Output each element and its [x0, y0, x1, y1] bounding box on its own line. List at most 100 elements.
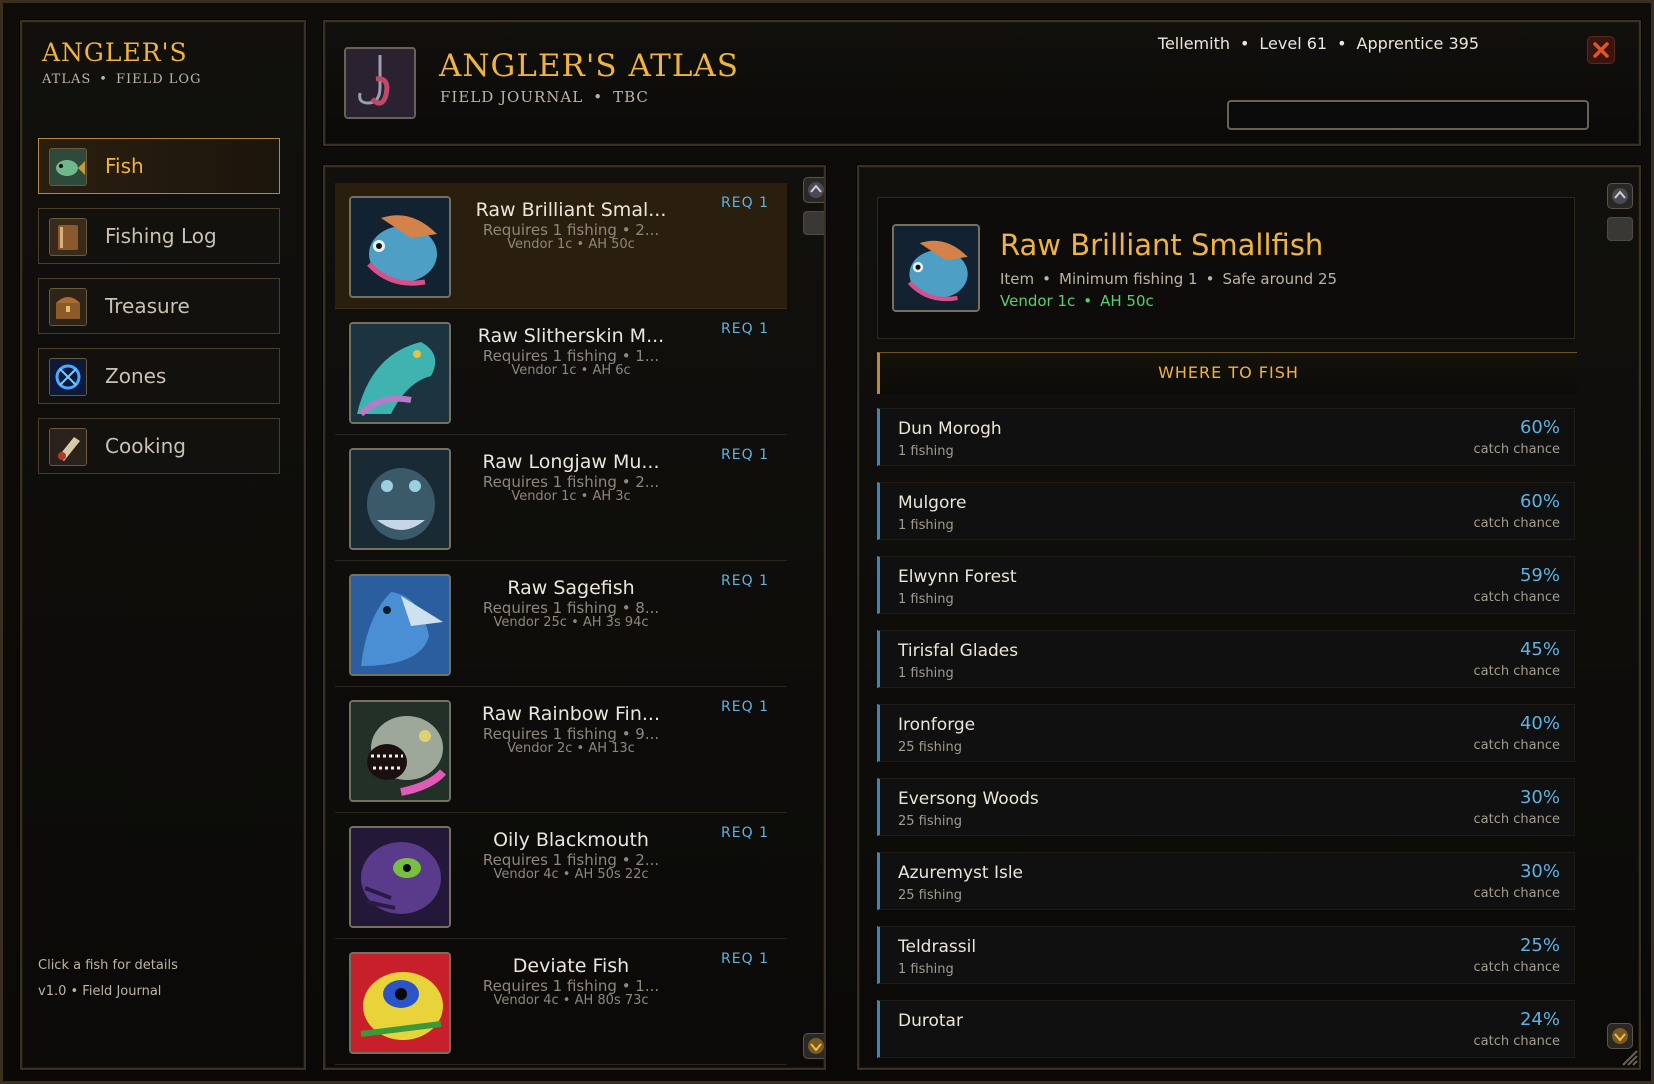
fish-row[interactable]: Oily Blackmouth Requires 1 fishing • 2..… [335, 813, 787, 939]
resize-grip-icon[interactable] [1619, 1047, 1639, 1067]
zone-catch-label: catch chance [1473, 590, 1560, 605]
zone-row[interactable]: Mulgore 1 fishing 60% catch chance [877, 482, 1575, 540]
player-info: Tellemith • Level 61 • Apprentice 395 [1157, 34, 1479, 53]
list-scrollbar-thumb[interactable] [803, 211, 824, 235]
zone-catch-percent: 25% [1519, 935, 1560, 956]
zone-catch-percent: 30% [1519, 787, 1560, 808]
detail-scroll-up-button[interactable] [1607, 183, 1633, 209]
app-window: ANGLER'S ATLAS • FIELD LOG Fish Fishing Lo… [0, 0, 1654, 1084]
zone-catch-label: catch chance [1473, 1034, 1560, 1049]
fish-row[interactable]: Raw Rainbow Fin... Requires 1 fishing • … [335, 687, 787, 813]
sidebar-item-treasure[interactable]: Treasure [38, 278, 280, 334]
sidebar-item-label: Treasure [105, 294, 190, 318]
player-level: Level 61 [1259, 34, 1328, 53]
zone-skill: 25 fishing [898, 814, 962, 829]
zone-row[interactable]: Elwynn Forest 1 fishing 59% catch chance [877, 556, 1575, 614]
deviate-fish-icon [349, 952, 451, 1054]
fish-list-panel: Raw Brilliant Smal... Requires 1 fishing… [323, 165, 826, 1070]
sidebar-item-cooking[interactable]: Cooking [38, 418, 280, 474]
rainbow-fin-albacore-icon [349, 700, 451, 802]
zone-row[interactable]: Azuremyst Isle 25 fishing 30% catch chan… [877, 852, 1575, 910]
detail-safe-level: Safe around 25 [1222, 270, 1338, 288]
list-scroll-down-button[interactable] [803, 1033, 824, 1059]
subtitle-journal: FIELD JOURNAL [440, 88, 584, 106]
zone-catch-percent: 45% [1519, 639, 1560, 660]
req-badge: REQ 1 [721, 951, 769, 967]
close-icon [1593, 42, 1609, 58]
fish-price: Vendor 2c • AH 13c [507, 741, 635, 756]
zone-row[interactable]: Durotar 24% catch chance [877, 1000, 1575, 1058]
page-subtitle: FIELD JOURNAL • TBC [440, 88, 649, 106]
zone-catch-label: catch chance [1473, 738, 1560, 753]
brilliant-smallfish-icon [349, 196, 451, 298]
zone-name: Mulgore [898, 493, 967, 513]
brand-subtitle: ATLAS • FIELD LOG [42, 72, 202, 87]
zone-catch-percent: 24% [1519, 1009, 1560, 1030]
sidebar: ANGLER'S ATLAS • FIELD LOG Fish Fishing Lo… [20, 20, 306, 1070]
map-rune-icon [49, 358, 87, 396]
zone-skill: 25 fishing [898, 888, 962, 903]
fish-row[interactable]: Deviate Fish Requires 1 fishing • 1... V… [335, 939, 787, 1065]
zone-row[interactable]: Tirisfal Glades 1 fishing 45% catch chan… [877, 630, 1575, 688]
sidebar-item-fishing-log[interactable]: Fishing Log [38, 208, 280, 264]
zone-name: Durotar [898, 1011, 963, 1031]
chevron-down-icon [1612, 1028, 1628, 1044]
zone-row[interactable]: Dun Morogh 1 fishing 60% catch chance [877, 408, 1575, 466]
detail-min-fishing: Minimum fishing 1 [1059, 270, 1198, 288]
zone-row[interactable]: Eversong Woods 25 fishing 30% catch chan… [877, 778, 1575, 836]
fish-name: Raw Sagefish [507, 577, 635, 599]
zone-catch-percent: 30% [1519, 861, 1560, 882]
fish-row[interactable]: Raw Slitherskin M... Requires 1 fishing … [335, 309, 787, 435]
zone-catch-label: catch chance [1473, 812, 1560, 827]
zone-catch-label: catch chance [1473, 960, 1560, 975]
chevron-up-icon [808, 182, 824, 198]
zone-skill: 25 fishing [898, 740, 962, 755]
fish-price: Vendor 1c • AH 50c [507, 237, 635, 252]
where-to-fish-title: WHERE TO FISH [1158, 363, 1299, 382]
fish-price: Vendor 1c • AH 3c [511, 489, 631, 504]
book-icon [49, 218, 87, 256]
detail-vendor-price: Vendor 1c [1000, 292, 1076, 310]
fish-detail-card: Raw Brilliant Smallfish Item • Minimum fis… [877, 197, 1575, 339]
fish-name: Raw Brilliant Smal... [475, 199, 667, 221]
sidebar-item-zones[interactable]: Zones [38, 348, 280, 404]
fish-name: Deviate Fish [512, 955, 630, 977]
where-to-fish-header: WHERE TO FISH [877, 352, 1577, 394]
player-name: Tellemith [1157, 34, 1230, 53]
search-input[interactable] [1227, 100, 1589, 130]
zone-name: Tirisfal Glades [898, 641, 1019, 661]
req-badge: REQ 1 [721, 825, 769, 841]
list-scroll-up-button[interactable] [803, 177, 824, 203]
zone-row[interactable]: Teldrassil 1 fishing 25% catch chance [877, 926, 1575, 984]
detail-meta: Item • Minimum fishing 1 • Safe around 25 [1000, 270, 1338, 288]
sidebar-item-label: Fish [105, 154, 144, 178]
zone-catch-label: catch chance [1473, 442, 1560, 457]
fish-row[interactable]: Raw Sagefish Requires 1 fishing • 8... V… [335, 561, 787, 687]
zone-name: Azuremyst Isle [898, 863, 1024, 883]
fish-price: Vendor 25c • AH 3s 94c [493, 615, 649, 630]
zone-catch-label: catch chance [1473, 886, 1560, 901]
sidebar-item-label: Zones [105, 364, 167, 388]
slitherskin-mackerel-icon [349, 322, 451, 424]
zone-catch-percent: 59% [1519, 565, 1560, 586]
fish-price: Vendor 4c • AH 50s 22c [493, 867, 649, 882]
zone-catch-percent: 40% [1519, 713, 1560, 734]
zone-skill: 1 fishing [898, 962, 954, 977]
sidebar-item-fish[interactable]: Fish [38, 138, 280, 194]
brilliant-smallfish-icon [892, 224, 980, 312]
version-label: v1.0 • Field Journal [38, 984, 162, 999]
zone-name: Elwynn Forest [898, 567, 1017, 587]
close-button[interactable] [1587, 36, 1615, 64]
req-badge: REQ 1 [721, 195, 769, 211]
detail-scrollbar-thumb[interactable] [1607, 217, 1633, 241]
cooking-icon [49, 428, 87, 466]
detail-scroll-down-button[interactable] [1607, 1023, 1633, 1049]
fish-row[interactable]: Raw Brilliant Smal... Requires 1 fishing… [335, 183, 787, 309]
zone-name: Eversong Woods [898, 789, 1039, 809]
fish-detail-panel: Raw Brilliant Smallfish Item • Minimum fis… [857, 165, 1641, 1070]
fish-row[interactable]: Raw Longjaw Mu... Requires 1 fishing • 2… [335, 435, 787, 561]
player-skill: Apprentice 395 [1356, 34, 1479, 53]
fish-name: Raw Rainbow Fin... [481, 703, 660, 725]
zone-row[interactable]: Ironforge 25 fishing 40% catch chance [877, 704, 1575, 762]
fishing-hook-icon [344, 47, 416, 119]
